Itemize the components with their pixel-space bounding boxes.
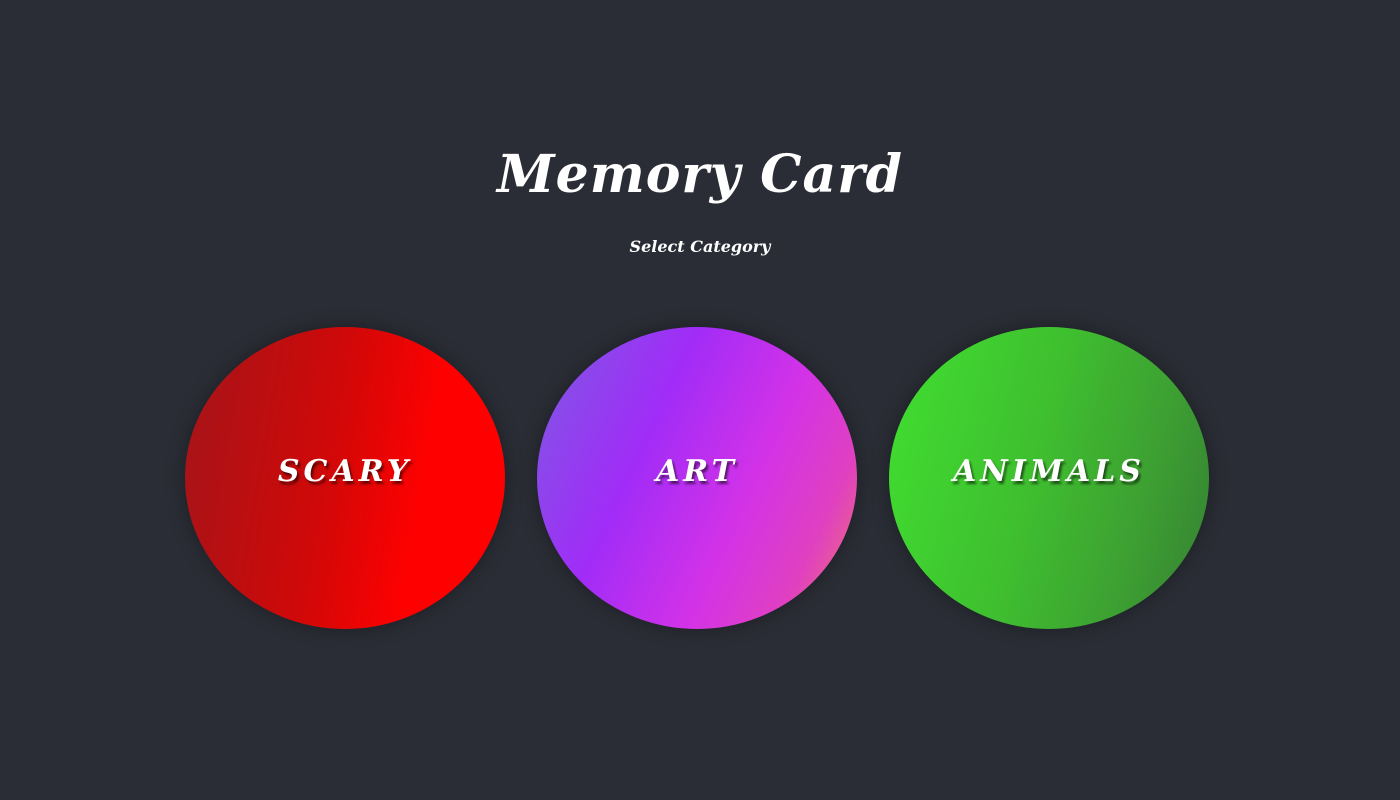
page-title: Memory Card xyxy=(497,144,903,205)
category-scary-button[interactable]: SCARY xyxy=(185,327,505,629)
category-animals-button[interactable]: ANIMALS xyxy=(889,327,1209,629)
category-art-button[interactable]: ART xyxy=(537,327,857,629)
select-category-subtitle: Select Category xyxy=(629,237,771,256)
category-art-label: ART xyxy=(655,453,738,489)
category-animals-label: ANIMALS xyxy=(953,453,1145,489)
category-scary-label: SCARY xyxy=(277,453,413,489)
